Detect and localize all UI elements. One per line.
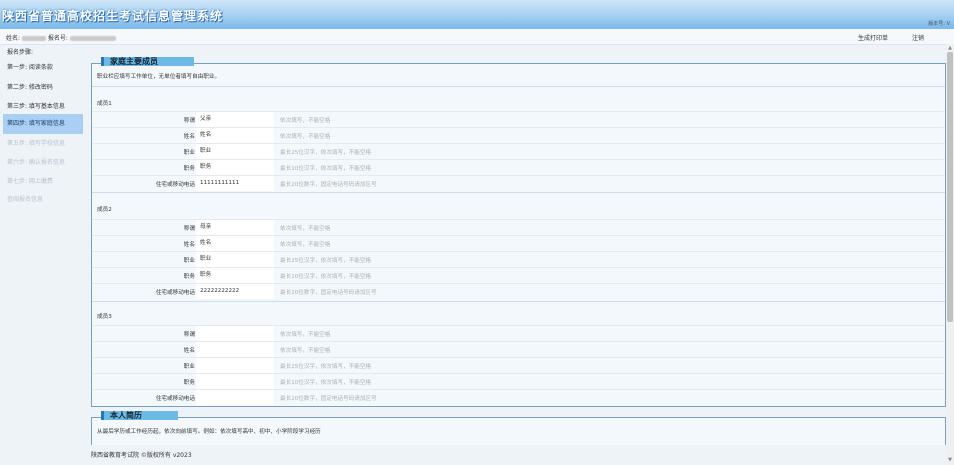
- form-row: 职务 最长10位汉字，依次填写，不能空格: [92, 267, 945, 283]
- field-label: 姓名: [92, 132, 195, 140]
- field-label: 姓名: [92, 240, 195, 248]
- field-hint: 依次填写，不能空格: [280, 240, 330, 248]
- field-hint: 最长10位汉字，依次填写，不能空格: [280, 378, 371, 386]
- field-label: 职务: [92, 378, 195, 386]
- field-label: 住宅或移动电话: [92, 288, 195, 296]
- field-label: 称谓: [92, 330, 195, 338]
- field-label: 称谓: [92, 224, 195, 232]
- form-row: 称谓 依次填写，不能空格: [92, 111, 945, 127]
- form-row: 职业 最长25位汉字，依次填写，不能空格: [92, 143, 945, 159]
- member-2-occupation-input[interactable]: [196, 252, 274, 267]
- member-3-name-input[interactable]: [196, 342, 274, 357]
- form-row: 姓名 依次填写，不能空格: [92, 127, 945, 143]
- field-hint: 依次填写，不能空格: [280, 132, 330, 140]
- member-3-occupation-input[interactable]: [196, 358, 274, 373]
- field-hint: 依次填写，不能空格: [280, 330, 330, 338]
- sidebar-step-6: 第六步: 确认报名信息: [3, 155, 83, 171]
- member-1-name-input[interactable]: [196, 128, 274, 143]
- divider: [92, 301, 945, 302]
- member-3-position-input[interactable]: [196, 374, 274, 389]
- user-info-bar: 姓名: 报名号: 生成打印单 注销: [0, 29, 954, 45]
- form-row: 姓名 依次填写，不能空格: [92, 341, 945, 357]
- field-hint: 最长25位汉字，依次填写，不能空格: [280, 256, 371, 264]
- field-hint: 依次填写，不能空格: [280, 224, 330, 232]
- form-row: 职务 最长10位汉字，依次填写，不能空格: [92, 373, 945, 389]
- form-row: 住宅或移动电话 最长20位数字，固定电话号码请加区号: [92, 283, 945, 299]
- app-title: 陕西省普通高校招生考试信息管理系统: [2, 7, 223, 24]
- divider: [92, 192, 945, 193]
- member-2-phone-input[interactable]: [196, 284, 274, 299]
- field-hint: 依次填写，不能空格: [280, 346, 330, 354]
- sidebar-step-1[interactable]: 第一步: 阅读条款: [3, 60, 83, 76]
- resume-note: 从最后学历或工作经历起，依次向前填写。例如：依次填写高中、初中、小学阶段学习经历: [97, 427, 321, 435]
- field-hint: 最长20位数字，固定电话号码请加区号: [280, 288, 377, 296]
- member-1-relation-input[interactable]: [196, 112, 274, 127]
- field-label: 职业: [92, 362, 195, 370]
- field-hint: 最长10位汉字，依次填写，不能空格: [280, 164, 371, 172]
- sidebar-step-5: 第五步: 填写学校信息: [3, 136, 83, 152]
- member-3-phone-input[interactable]: [196, 390, 274, 405]
- scroll-down-icon[interactable]: ▼: [947, 457, 953, 463]
- field-hint: 最长10位汉字，依次填写，不能空格: [280, 272, 371, 280]
- reg-number-label: 报名号:: [48, 35, 68, 42]
- field-label: 称谓: [92, 116, 195, 124]
- family-members-panel: 家庭主要成员 职业栏应填写工作单位，无单位者填写自由职业。 成员1 称谓 依次填…: [91, 63, 946, 407]
- field-label: 住宅或移动电话: [92, 180, 195, 188]
- redacted-reg-number: [70, 36, 116, 41]
- sidebar-step-3[interactable]: 第三步: 填写基本信息: [3, 99, 83, 115]
- member-2-relation-input[interactable]: [196, 220, 274, 235]
- form-row: 姓名 依次填写，不能空格: [92, 235, 945, 251]
- print-form-link[interactable]: 生成打印单: [858, 33, 888, 42]
- sidebar-step-4[interactable]: 第四步: 填写家庭信息: [3, 114, 83, 134]
- member-2-position-input[interactable]: [196, 268, 274, 283]
- member-2-label: 成员2: [97, 205, 112, 213]
- sidebar: 报名步骤: 第一步: 阅读条款 第二步: 修改密码 第三步: 填写基本信息 第四…: [0, 44, 84, 454]
- header-banner: 陕西省普通高校招生考试信息管理系统 版本号: V: [0, 0, 954, 29]
- member-1-label: 成员1: [97, 99, 112, 107]
- member-3-relation-input[interactable]: [196, 326, 274, 341]
- page-scrollbar[interactable]: ▲ ▼: [946, 44, 954, 465]
- scrollbar-thumb[interactable]: [947, 52, 953, 322]
- member-1-position-input[interactable]: [196, 160, 274, 175]
- logout-link[interactable]: 注销: [912, 33, 924, 42]
- user-info: 姓名: 报名号:: [6, 33, 116, 42]
- form-row: 住宅或移动电话 最长20位数字，固定电话号码请加区号: [92, 389, 945, 405]
- scroll-up-icon[interactable]: ▲: [947, 45, 953, 51]
- sidebar-step-7: 第七步: 网上缴费: [3, 174, 83, 190]
- resume-panel: 本人简历 从最后学历或工作经历起，依次向前填写。例如：依次填写高中、初中、小学阶…: [91, 417, 946, 445]
- member-3-label: 成员3: [97, 312, 112, 320]
- member-1-phone-input[interactable]: [196, 176, 274, 191]
- form-row: 称谓 依次填写，不能空格: [92, 219, 945, 235]
- member-2-name-input[interactable]: [196, 236, 274, 251]
- field-label: 姓名: [92, 346, 195, 354]
- form-row: 称谓 依次填写，不能空格: [92, 325, 945, 341]
- field-label: 住宅或移动电话: [92, 394, 195, 402]
- resume-section-title: 本人简历: [101, 411, 178, 420]
- version-label: 版本号: V: [928, 20, 950, 27]
- field-label: 职务: [92, 164, 195, 172]
- redacted-name: [22, 36, 46, 41]
- field-label: 职务: [92, 272, 195, 280]
- field-hint: 最长25位汉字，依次填写，不能空格: [280, 362, 371, 370]
- form-row: 职业 最长25位汉字，依次填写，不能空格: [92, 251, 945, 267]
- field-hint: 依次填写，不能空格: [280, 116, 330, 124]
- field-label: 职业: [92, 256, 195, 264]
- field-hint: 最长20位数字，固定电话号码请加区号: [280, 394, 377, 402]
- member-1-occupation-input[interactable]: [196, 144, 274, 159]
- field-label: 职业: [92, 148, 195, 156]
- footer-copyright: 陕西省教育考试院 ©版权所有 v2023: [91, 450, 192, 459]
- form-row: 住宅或移动电话 最长20位数字，固定电话号码请加区号: [92, 175, 945, 191]
- field-hint: 最长25位汉字，依次填写，不能空格: [280, 148, 371, 156]
- form-row: 职业 最长25位汉字，依次填写，不能空格: [92, 357, 945, 373]
- sidebar-heading: 报名步骤:: [7, 47, 33, 56]
- family-section-title: 家庭主要成员: [101, 57, 194, 66]
- field-hint: 最长20位数字，固定电话号码请加区号: [280, 180, 377, 188]
- name-label: 姓名:: [6, 35, 20, 42]
- form-row: 职务 最长10位汉字，依次填写，不能空格: [92, 159, 945, 175]
- sidebar-view-info: 查阅报名信息: [3, 192, 83, 208]
- family-note: 职业栏应填写工作单位，无单位者填写自由职业。: [97, 72, 220, 80]
- divider: [92, 86, 945, 87]
- sidebar-step-2[interactable]: 第二步: 修改密码: [3, 80, 83, 96]
